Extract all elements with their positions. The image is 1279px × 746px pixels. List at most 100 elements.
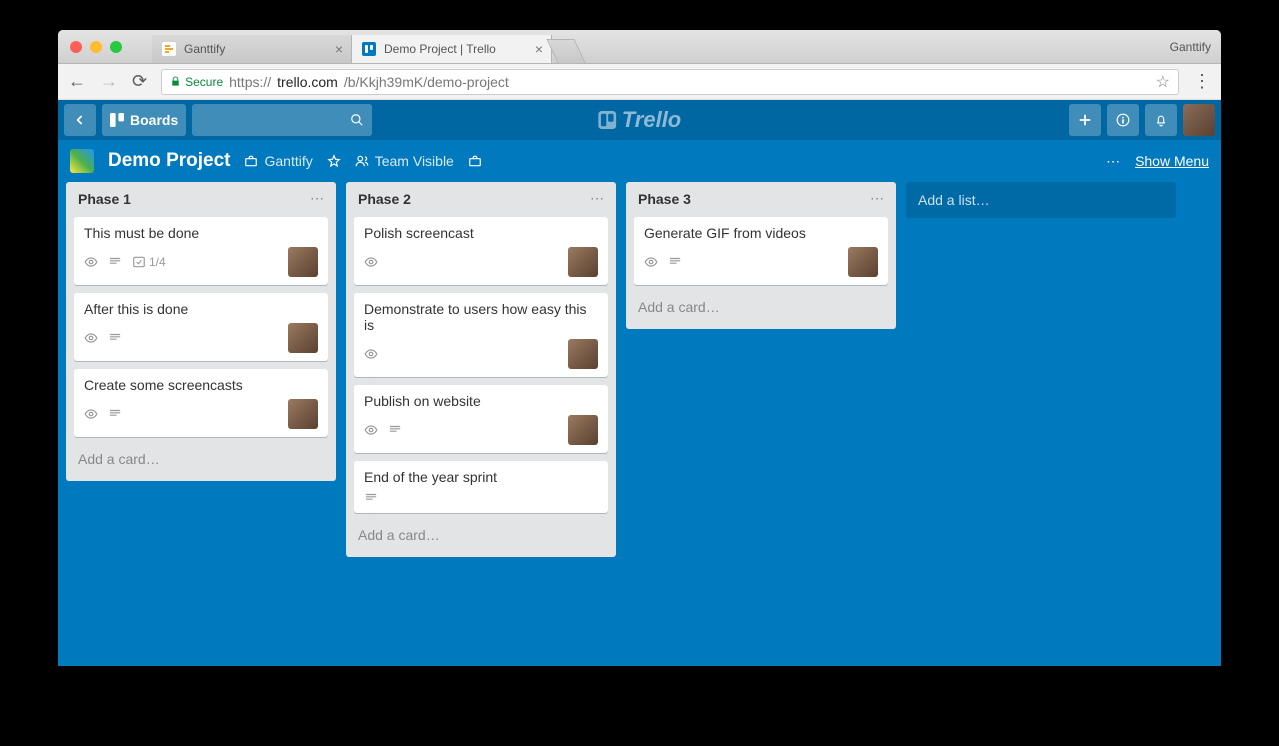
show-menu-button[interactable]: Show Menu [1135,153,1209,169]
boards-label: Boards [130,112,178,128]
member-avatar[interactable] [568,339,598,369]
add-card-button[interactable]: Add a card… [74,445,328,473]
visibility-button[interactable]: Team Visible [355,153,454,169]
tab-trello[interactable]: Demo Project | Trello × [352,35,552,63]
member-avatar[interactable] [848,247,878,277]
team-link[interactable]: Ganttify [244,153,312,169]
plus-icon [1078,113,1092,127]
app: Boards Trello Demo Project [58,100,1221,666]
card[interactable]: Publish on website [354,385,608,453]
maximize-window-button[interactable] [110,41,122,53]
people-icon [355,154,369,168]
board-logo-icon [70,149,94,173]
member-avatar[interactable] [568,415,598,445]
briefcase-icon [468,154,482,168]
url-input[interactable]: Secure https://trello.com/b/Kkjh39mK/dem… [161,69,1179,95]
boards-button[interactable]: Boards [102,104,186,136]
board-title[interactable]: Demo Project [108,150,230,172]
secure-badge: Secure [170,75,223,89]
list-menu-button[interactable]: ⋯ [590,190,604,207]
card-badges-row [364,247,598,277]
notifications-button[interactable] [1145,104,1177,136]
info-icon [1116,113,1130,127]
add-list-button[interactable]: Add a list… [906,182,1176,218]
list-title[interactable]: Phase 1 [78,191,131,207]
member-avatar[interactable] [288,399,318,429]
url-path: /b/Kkjh39mK/demo-project [344,74,509,90]
card-title: Generate GIF from videos [644,225,878,241]
search-input[interactable] [192,104,372,136]
card[interactable]: After this is done [74,293,328,361]
description-icon [388,423,402,437]
description-icon [108,331,122,345]
tabs: Ganttify × Demo Project | Trello × [152,30,580,63]
back-to-home-button[interactable] [64,104,96,136]
tab-ganttify[interactable]: Ganttify × [152,35,352,63]
card-title: Publish on website [364,393,598,409]
board-extras-button[interactable] [468,154,482,168]
close-tab-icon[interactable]: × [335,41,343,57]
briefcase-icon [244,154,258,168]
card-badges-row [644,247,878,277]
reload-button[interactable]: ⟳ [132,71,147,92]
card-badges [364,255,378,269]
card[interactable]: This must be done 1/4 [74,217,328,285]
card[interactable]: End of the year sprint [354,461,608,513]
checklist-icon [132,255,146,269]
card-title: Create some screencasts [84,377,318,393]
favicon-icon [162,42,176,56]
watch-icon [84,331,98,345]
browser-profile-label[interactable]: Ganttify [1170,40,1211,54]
browser-tab-bar: Ganttify × Demo Project | Trello × Gantt… [58,30,1221,64]
bookmark-star-icon[interactable]: ☆ [1156,72,1170,92]
boards-icon [110,113,124,127]
create-button[interactable] [1069,104,1101,136]
list-title[interactable]: Phase 3 [638,191,691,207]
list: Phase 2 ⋯ Polish screencast Demonstrate … [346,182,616,557]
list-header: Phase 1 ⋯ [74,190,328,209]
forward-button[interactable]: → [100,71,118,92]
search-icon [350,113,364,127]
list-menu-button[interactable]: ⋯ [310,190,324,207]
add-card-button[interactable]: Add a card… [354,521,608,549]
favicon-icon [362,42,376,56]
tab-label: Ganttify [184,42,225,56]
close-tab-icon[interactable]: × [535,41,543,57]
minimize-window-button[interactable] [90,41,102,53]
info-button[interactable] [1107,104,1139,136]
tab-label: Demo Project | Trello [384,42,496,56]
star-board-button[interactable] [327,154,341,168]
arrow-left-icon [73,113,87,127]
back-button[interactable]: ← [68,71,86,92]
description-icon [668,255,682,269]
checklist-count: 1/4 [149,255,166,269]
bell-icon [1154,113,1168,127]
member-avatar[interactable] [288,247,318,277]
member-avatar[interactable] [568,247,598,277]
new-tab-button[interactable] [546,39,585,63]
board-canvas[interactable]: Phase 1 ⋯ This must be done 1/4 After th… [58,182,1221,666]
secure-label: Secure [185,75,223,89]
trello-logo[interactable]: Trello [598,107,682,133]
card-badges-row [364,415,598,445]
card[interactable]: Polish screencast [354,217,608,285]
card[interactable]: Demonstrate to users how easy this is [354,293,608,377]
address-bar: ← → ⟳ Secure https://trello.com/b/Kkjh39… [58,64,1221,100]
card-badges [364,347,378,361]
card-badges: 1/4 [84,255,166,269]
watch-icon [644,255,658,269]
close-window-button[interactable] [70,41,82,53]
list-title[interactable]: Phase 2 [358,191,411,207]
list: Phase 3 ⋯ Generate GIF from videos Add a… [626,182,896,329]
list-menu-button[interactable]: ⋯ [870,190,884,207]
board-header: Demo Project Ganttify Team Visible ⋯ Sho… [58,140,1221,182]
watch-icon [84,407,98,421]
card-badges [84,331,122,345]
user-avatar[interactable] [1183,104,1215,136]
star-icon [327,154,341,168]
card[interactable]: Create some screencasts [74,369,328,437]
browser-menu-button[interactable]: ⋮ [1193,71,1211,92]
member-avatar[interactable] [288,323,318,353]
card[interactable]: Generate GIF from videos [634,217,888,285]
add-card-button[interactable]: Add a card… [634,293,888,321]
